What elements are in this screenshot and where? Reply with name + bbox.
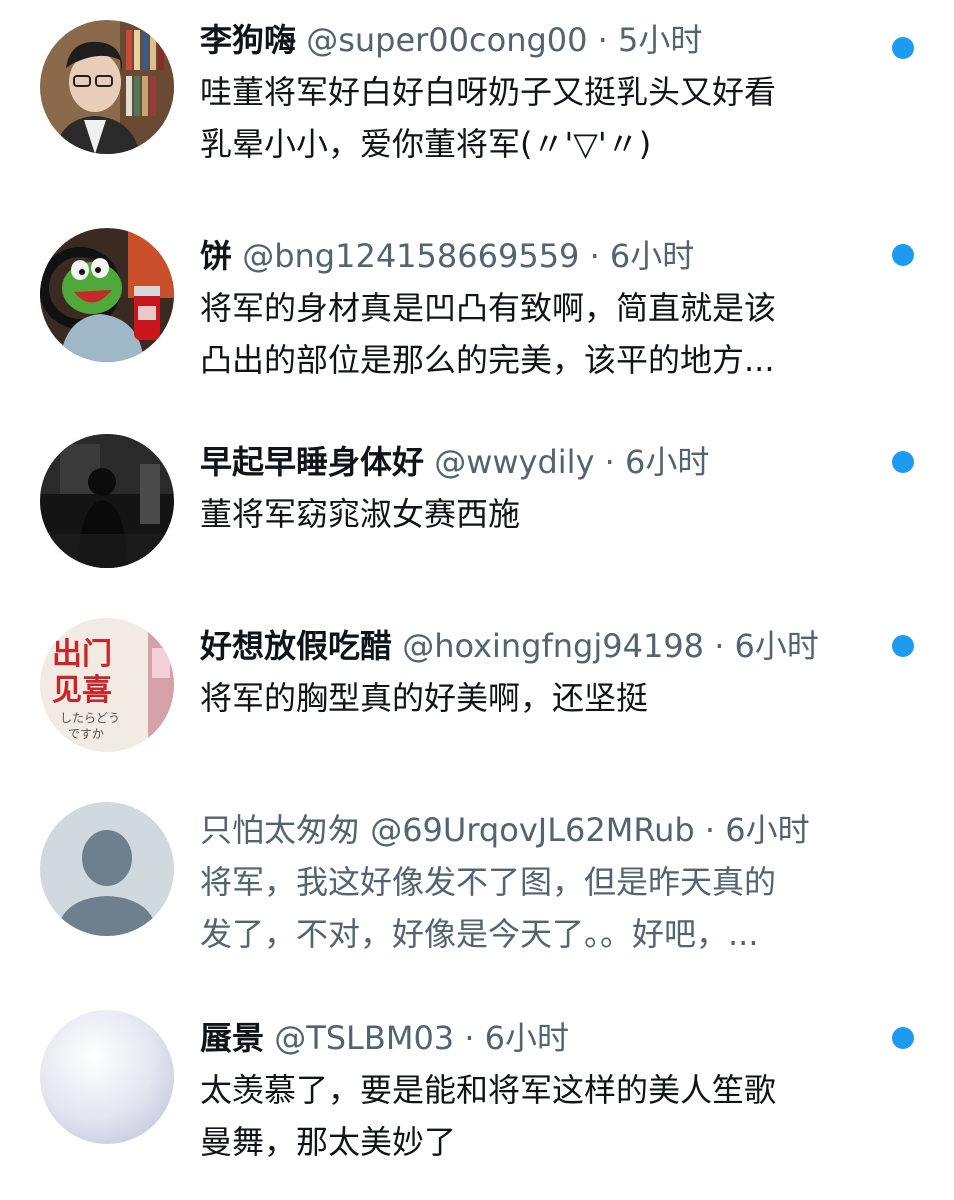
reply-text: 将军的身材真是凹凸有致啊，简直就是该 凸出的部位是那么的完美，该平的地方... (200, 282, 874, 386)
avatar[interactable] (40, 20, 174, 154)
reply-text-line: 太羡慕了，要是能和将军这样的美人笙歌 (200, 1071, 777, 1109)
timestamp[interactable]: 6小时 (610, 237, 694, 275)
separator: · (714, 627, 725, 665)
username[interactable]: @69UrqovJL62MRub (370, 811, 695, 849)
avatar-photo-icon (40, 1010, 174, 1144)
avatar[interactable] (40, 802, 174, 936)
timestamp[interactable]: 6小时 (735, 627, 819, 665)
avatar-photo-icon (40, 434, 174, 568)
username[interactable]: @TSLBM03 (274, 1019, 454, 1057)
reply-header: 好想放假吃醋 @hoxingfngj94198 · 6小时 (200, 622, 874, 670)
unread-dot (892, 37, 914, 59)
reply-text-line: 曼舞，那太美妙了 (200, 1123, 457, 1161)
avatar-photo-icon (40, 228, 174, 362)
reply-header: 饼 @bng124158669559 · 6小时 (200, 232, 874, 280)
reply-text-line: 将军，我这好像发不了图，但是昨天真的 (200, 863, 777, 901)
reply-text-line: 董将军窈窕淑女赛西施 (200, 495, 521, 533)
username[interactable]: @hoxingfngj94198 (402, 627, 704, 665)
avatar-text: ですか (68, 727, 104, 741)
avatar-text: 出门 (52, 637, 112, 672)
avatar[interactable] (40, 1010, 174, 1144)
reply-header: 李狗嗨 @super00cong00 · 5小时 (200, 16, 874, 64)
timestamp[interactable]: 5小时 (618, 21, 702, 59)
reply-text-line: 将军的身材真是凹凸有致啊，简直就是该 (200, 289, 777, 327)
timestamp[interactable]: 6小时 (485, 1019, 569, 1057)
username[interactable]: @super00cong00 (306, 21, 587, 59)
reply-header: 只怕太匆匆 @69UrqovJL62MRub · 6小时 (200, 806, 874, 854)
reply-item[interactable]: 蜃景 @TSLBM03 · 6小时 太羡慕了，要是能和将军这样的美人笙歌 曼舞，… (0, 1010, 954, 1190)
reply-item[interactable]: 早起早睡身体好 @wwydily · 6小时 董将军窈窕淑女赛西施 (0, 434, 954, 614)
reply-header: 早起早睡身体好 @wwydily · 6小时 (200, 438, 874, 486)
reply-text-line: 凸出的部位是那么的完美，该平的地方... (200, 341, 775, 379)
reply-text: 董将军窈窕淑女赛西施 (200, 488, 874, 540)
timestamp[interactable]: 6小时 (625, 443, 709, 481)
reply-feed: 李狗嗨 @super00cong00 · 5小时 哇董将军好白好白呀奶子又挺乳头… (0, 0, 954, 1200)
reply-item[interactable]: 饼 @bng124158669559 · 6小时 将军的身材真是凹凸有致啊，简直… (0, 228, 954, 408)
reply-item[interactable]: 只怕太匆匆 @69UrqovJL62MRub · 6小时 将军，我这好像发不了图… (0, 802, 954, 982)
avatar-photo-icon (40, 20, 174, 154)
timestamp[interactable]: 6小时 (725, 811, 809, 849)
reply-text-line: 将军的胸型真的好美啊，还坚挺 (200, 679, 649, 717)
reply-item[interactable]: 李狗嗨 @super00cong00 · 5小时 哇董将军好白好白呀奶子又挺乳头… (0, 20, 954, 200)
reply-text-line: 发了，不对，好像是今天了。。好吧，... (200, 915, 759, 953)
avatar[interactable] (40, 228, 174, 362)
display-name[interactable]: 只怕太匆匆 (200, 811, 360, 849)
username[interactable]: @bng124158669559 (242, 237, 579, 275)
separator: · (589, 237, 600, 275)
display-name[interactable]: 饼 (200, 237, 232, 275)
display-name[interactable]: 李狗嗨 (200, 21, 296, 59)
separator: · (464, 1019, 475, 1057)
separator: · (597, 21, 608, 59)
reply-header: 蜃景 @TSLBM03 · 6小时 (200, 1014, 874, 1062)
reply-text-line: 乳晕小小，爱你董将军(〃'▽'〃) (200, 125, 652, 163)
reply-text: 将军，我这好像发不了图，但是昨天真的 发了，不对，好像是今天了。。好吧，... (200, 856, 874, 960)
avatar-text: したらどう (60, 711, 120, 725)
avatar[interactable]: 出门 见喜 したらどう ですか (40, 618, 174, 752)
default-avatar-icon (40, 802, 174, 936)
unread-dot (892, 244, 914, 266)
reply-text: 太羡慕了，要是能和将军这样的美人笙歌 曼舞，那太美妙了 (200, 1064, 874, 1168)
avatar[interactable] (40, 434, 174, 568)
avatar-text: 见喜 (52, 673, 112, 708)
reply-text: 哇董将军好白好白呀奶子又挺乳头又好看 乳晕小小，爱你董将军(〃'▽'〃) (200, 66, 874, 170)
display-name[interactable]: 蜃景 (200, 1019, 264, 1057)
reply-text: 将军的胸型真的好美啊，还坚挺 (200, 672, 874, 724)
display-name[interactable]: 早起早睡身体好 (200, 443, 424, 481)
display-name[interactable]: 好想放假吃醋 (200, 627, 392, 665)
username[interactable]: @wwydily (434, 443, 594, 481)
separator: · (704, 811, 716, 849)
reply-text-line: 哇董将军好白好白呀奶子又挺乳头又好看 (200, 73, 777, 111)
unread-dot (892, 635, 914, 657)
separator: · (604, 443, 615, 481)
avatar-photo-icon: 出门 见喜 したらどう ですか (40, 618, 174, 752)
reply-item[interactable]: 出门 见喜 したらどう ですか 好想放假吃醋 @hoxingfngj94198 … (0, 618, 954, 798)
unread-dot (892, 1027, 914, 1049)
unread-dot (892, 451, 914, 473)
